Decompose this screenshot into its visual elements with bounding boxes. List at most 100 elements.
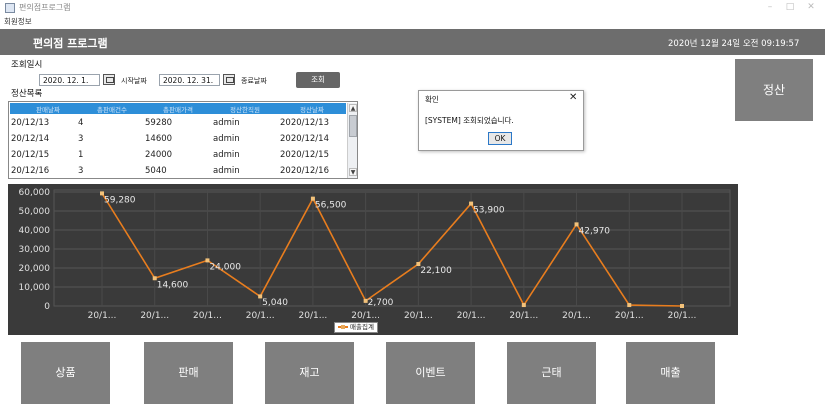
data-label: 56,500 <box>315 201 347 211</box>
table-cell: admin <box>213 118 240 128</box>
data-point <box>680 304 684 308</box>
table-cell: 2020/12/15 <box>280 150 329 160</box>
end-calendar-icon[interactable] <box>223 74 235 85</box>
maximize-icon[interactable]: □ <box>783 2 797 12</box>
query-section-label: 조회일시 <box>11 60 43 70</box>
nav-button-inventory[interactable]: 재고 <box>265 342 354 404</box>
start-date-label: 시작날짜 <box>121 77 147 85</box>
table-cell: 3 <box>78 166 84 176</box>
x-tick-label: 20/1... <box>299 311 328 321</box>
chart-legend: 매출집계 <box>334 322 378 333</box>
column-header[interactable]: 총판매가격 <box>146 104 210 114</box>
close-icon[interactable]: ✕ <box>804 2 818 12</box>
header-bar: 편의점 프로그램 2020년 12월 24일 오전 09:19:57 <box>0 29 825 55</box>
nav-button-attendance[interactable]: 근태 <box>507 342 596 404</box>
y-tick-label: 40,000 <box>19 226 51 236</box>
y-tick-label: 60,000 <box>19 188 51 198</box>
table-body: 20/12/13 4 59280 admin 2020/12/13 20/12/… <box>10 115 346 178</box>
table-cell: 20/12/14 <box>11 134 50 144</box>
legend-swatch-icon <box>338 325 348 329</box>
table-row[interactable]: 20/12/13 4 59280 admin 2020/12/13 <box>10 115 346 131</box>
data-point <box>521 303 526 308</box>
data-label: 42,970 <box>579 226 611 236</box>
current-datetime: 2020년 12월 24일 오전 09:19:57 <box>668 39 800 49</box>
column-header[interactable]: 정산한직원 <box>212 104 278 114</box>
x-tick-label: 20/1... <box>457 311 486 321</box>
nav-button-event[interactable]: 이벤트 <box>386 342 475 404</box>
app-window: 편의점프로그램 – □ ✕ 회원정보 편의점 프로그램 2020년 12월 24… <box>0 0 825 407</box>
series-line <box>101 192 683 307</box>
data-point <box>627 303 632 308</box>
plot-area <box>53 189 731 307</box>
scroll-thumb[interactable] <box>349 115 357 137</box>
x-tick-label: 20/1... <box>668 311 697 321</box>
window-title: 편의점프로그램 <box>19 3 71 12</box>
table-cell: 2020/12/14 <box>280 134 329 144</box>
dialog-close-icon[interactable]: ✕ <box>569 92 577 103</box>
data-label: 5,040 <box>262 298 288 308</box>
table-header: 판매날짜 총판매건수 총판매가격 정산한직원 정산날짜 <box>10 103 346 114</box>
column-header[interactable]: 정산날짜 <box>280 104 344 114</box>
table-cell: 5040 <box>145 166 167 176</box>
x-tick-label: 20/1... <box>615 311 644 321</box>
nav-button-revenue[interactable]: 매출 <box>626 342 715 404</box>
x-tick-label: 20/1... <box>88 311 117 321</box>
data-label: 22,100 <box>420 266 452 276</box>
dialog-title: 확인 <box>425 95 439 104</box>
table-row[interactable]: 20/12/16 3 5040 admin 2020/12/16 <box>10 163 346 178</box>
legend-label: 매출집계 <box>350 323 374 331</box>
table-cell: admin <box>213 134 240 144</box>
start-date-input[interactable]: 2020. 12. 1. <box>39 74 100 86</box>
settle-button[interactable]: 정산 <box>735 59 813 121</box>
column-header[interactable]: 판매날짜 <box>18 104 78 114</box>
table-cell: 14600 <box>145 134 173 144</box>
x-tick-label: 20/1... <box>562 311 591 321</box>
program-title: 편의점 프로그램 <box>33 37 108 50</box>
menu-bar: 회원정보 <box>0 16 825 27</box>
x-tick-label: 20/1... <box>193 311 222 321</box>
nav-button-sales[interactable]: 판매 <box>144 342 233 404</box>
x-tick-label: 20/1... <box>140 311 169 321</box>
column-header[interactable]: 총판매건수 <box>80 104 144 114</box>
nav-button-product[interactable]: 상품 <box>21 342 110 404</box>
settlement-table: 판매날짜 총판매건수 총판매가격 정산한직원 정산날짜 20/12/13 4 5… <box>8 101 358 179</box>
x-tick-label: 20/1... <box>509 311 538 321</box>
y-tick-label: 20,000 <box>19 264 51 274</box>
table-cell: admin <box>213 150 240 160</box>
y-tick-label: 10,000 <box>19 283 51 293</box>
end-date-label: 종료날짜 <box>241 77 267 85</box>
x-tick-label: 20/1... <box>246 311 275 321</box>
scroll-down-icon[interactable]: ▼ <box>349 168 357 176</box>
table-cell: admin <box>213 166 240 176</box>
scroll-up-icon[interactable]: ▲ <box>349 104 357 112</box>
dialog-message: [SYSTEM] 조회되었습니다. <box>425 116 514 125</box>
table-cell: 3 <box>78 134 84 144</box>
table-cell: 24000 <box>145 150 173 160</box>
table-cell: 1 <box>78 150 84 160</box>
menu-member-info[interactable]: 회원정보 <box>4 16 32 27</box>
data-label: 24,000 <box>209 262 241 272</box>
chart-svg: 60,000 50,000 40,000 30,000 20,000 10,000 0 20/… <box>19 188 731 321</box>
title-bar: 편의점프로그램 – □ ✕ <box>0 0 825 16</box>
data-label: 53,900 <box>473 206 505 216</box>
start-calendar-icon[interactable] <box>103 74 115 85</box>
data-label: 14,600 <box>157 280 189 290</box>
table-cell: 59280 <box>145 118 173 128</box>
minimize-icon[interactable]: – <box>763 2 777 12</box>
table-row[interactable]: 20/12/15 1 24000 admin 2020/12/15 <box>10 147 346 163</box>
table-cell: 4 <box>78 118 84 128</box>
table-row[interactable]: 20/12/14 3 14600 admin 2020/12/14 <box>10 131 346 147</box>
end-date-input[interactable]: 2020. 12. 31. <box>159 74 220 86</box>
dialog-ok-button[interactable]: OK <box>488 132 512 145</box>
table-cell: 20/12/13 <box>11 118 50 128</box>
table-cell: 20/12/16 <box>11 166 50 176</box>
query-button[interactable]: 조회 <box>296 72 340 88</box>
table-cell: 2020/12/13 <box>280 118 329 128</box>
y-tick-label: 50,000 <box>19 207 51 217</box>
x-tick-label: 20/1... <box>404 311 433 321</box>
settlement-section-label: 정산목록 <box>11 89 43 99</box>
table-scrollbar[interactable]: ▲ ▼ <box>347 103 357 178</box>
table-cell: 2020/12/16 <box>280 166 329 176</box>
x-tick-label: 20/1... <box>351 311 380 321</box>
y-tick-label: 0 <box>44 302 50 312</box>
